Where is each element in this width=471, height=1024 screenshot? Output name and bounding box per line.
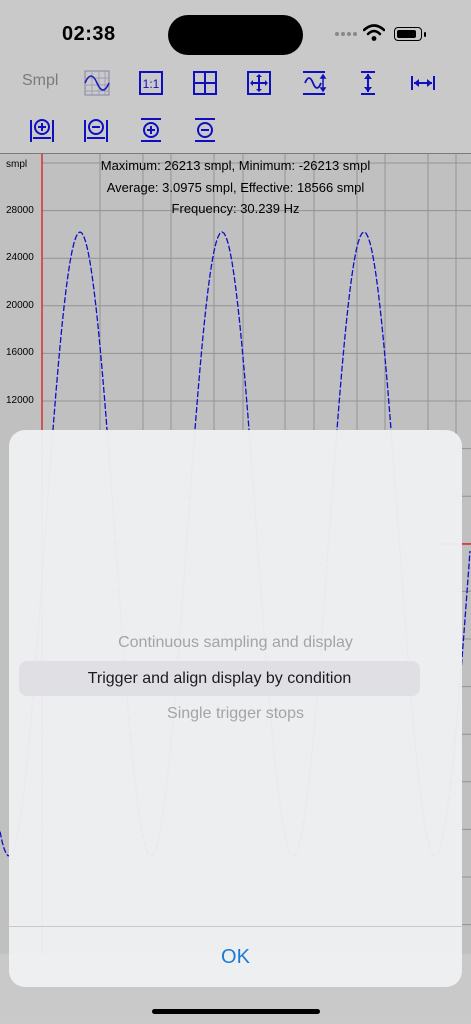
option-single-trigger[interactable]: Single trigger stops (9, 705, 462, 723)
option-trigger-align[interactable]: Trigger and align display by condition (19, 661, 420, 696)
ok-button[interactable]: OK (9, 927, 462, 987)
home-indicator[interactable] (152, 1009, 320, 1014)
trigger-mode-picker: Continuous sampling and display Trigger … (9, 430, 462, 987)
option-continuous[interactable]: Continuous sampling and display (9, 634, 462, 652)
